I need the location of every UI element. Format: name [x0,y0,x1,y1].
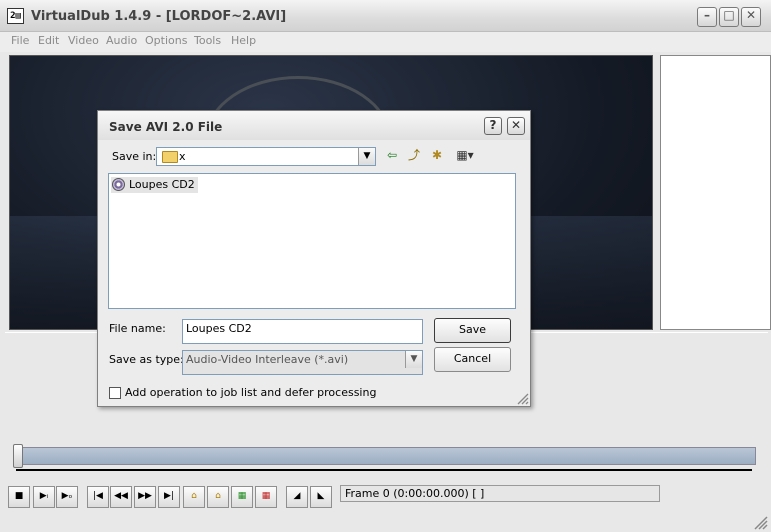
save-button[interactable]: Save [434,318,511,343]
save-in-dropdown[interactable]: x ▼ [156,147,376,166]
save-avi-dialog: Save AVI 2.0 File ? ✕ Save in: x ▼ ⇦ ⤴ ✱… [97,110,531,407]
frame-status-text: Frame 0 (0:00:00.000) [ ] [340,485,660,502]
save-as-type-label: Save as type: [109,353,184,366]
position-slider-track[interactable] [16,447,756,465]
maximize-button[interactable]: □ [719,7,739,27]
step-forward-button[interactable]: ▶▶ [134,486,156,508]
prev-keyframe-button[interactable]: ⌂ [183,486,205,508]
play-input-button[interactable]: ▶ᵢ [33,486,55,508]
close-button[interactable]: ✕ [741,7,761,27]
window-title: VirtualDub 1.4.9 - [LORDOF~2.AVI] [31,9,287,24]
menu-tools[interactable]: Tools [194,34,221,47]
menu-bar: File Edit Video Audio Options Tools Help [0,32,771,52]
file-name-field[interactable]: Loupes CD2 [182,319,423,344]
resize-grip[interactable] [752,514,768,530]
menu-edit[interactable]: Edit [38,34,59,47]
menu-audio[interactable]: Audio [106,34,137,47]
list-item[interactable]: Loupes CD2 [111,177,198,193]
menu-help[interactable]: Help [231,34,256,47]
dialog-close-button[interactable]: ✕ [507,117,525,135]
dialog-resize-grip[interactable] [516,392,529,405]
output-video-pane [660,55,771,330]
app-icon[interactable]: 2▤ [7,8,24,24]
defer-processing-checkbox[interactable] [109,387,121,399]
file-item-label: Loupes CD2 [129,178,195,191]
cancel-button[interactable]: Cancel [434,347,511,372]
save-as-type-dropdown[interactable]: Audio-Video Interleave (*.avi) ▼ [182,350,423,375]
cd-drive-icon [112,178,125,191]
go-end-button[interactable]: ▶| [158,486,180,508]
new-folder-icon[interactable]: ✱ [428,148,446,164]
help-button[interactable]: ? [484,117,502,135]
stop-button[interactable]: ■ [8,486,30,508]
timeline-ruler [16,469,752,471]
defer-processing-label: Add operation to job list and defer proc… [125,386,377,399]
save-in-label: Save in: [112,150,157,163]
play-output-button[interactable]: ▶ₒ [56,486,78,508]
next-keyframe-button[interactable]: ⌂ [207,486,229,508]
chevron-down-icon[interactable]: ▼ [405,351,422,368]
folder-icon [162,151,178,163]
title-bar: 2▤ VirtualDub 1.4.9 - [LORDOF~2.AVI] – □… [0,0,771,32]
chevron-down-icon[interactable]: ▼ [358,148,375,165]
go-start-button[interactable]: |◀ [87,486,109,508]
dialog-title-bar: Save AVI 2.0 File ? ✕ [98,111,530,140]
mark-out-button[interactable]: ◣ [310,486,332,508]
dialog-title: Save AVI 2.0 File [109,120,223,134]
up-folder-icon[interactable]: ⤴ [405,148,423,164]
menu-options[interactable]: Options [145,34,187,47]
menu-file[interactable]: File [11,34,29,47]
back-arrow-icon[interactable]: ⇦ [383,148,401,164]
mark-in-button[interactable]: ◢ [286,486,308,508]
step-back-button[interactable]: ◀◀ [110,486,132,508]
view-menu-icon[interactable]: ▦▾ [453,148,477,164]
minimize-button[interactable]: – [697,7,717,27]
file-name-label: File name: [109,322,166,335]
file-list[interactable]: Loupes CD2 [108,173,516,309]
next-scene-button[interactable]: ▦ [255,486,277,508]
save-in-value: x [179,150,186,163]
position-slider-thumb[interactable] [13,444,23,468]
save-as-type-value: Audio-Video Interleave (*.avi) [186,353,349,366]
prev-scene-button[interactable]: ▦ [231,486,253,508]
menu-video[interactable]: Video [68,34,99,47]
